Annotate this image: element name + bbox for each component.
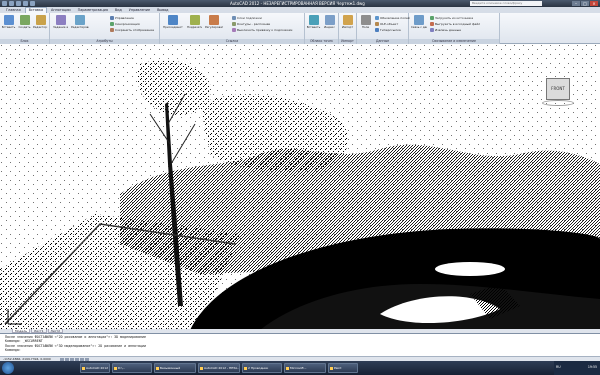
close-icon[interactable]: ×: [590, 1, 598, 6]
command-line[interactable]: После значения ФОСТАВИЛИ <"2D рисование …: [0, 333, 600, 356]
search-input[interactable]: Введите ключевое слово/фразу: [470, 1, 542, 6]
viewcube-label: FRONT: [551, 86, 565, 91]
adjust-icon: [209, 15, 219, 25]
language-indicator[interactable]: RU: [556, 365, 561, 369]
ole-object-button[interactable]: OLE-объект: [375, 21, 398, 26]
point-cloud-icon: [308, 15, 319, 25]
edit-attribute-icon: [75, 15, 85, 25]
snap-underlays-dropdown[interactable]: Выключить привязку к подложкам: [232, 27, 292, 32]
point-cloud-index-button[interactable]: Индекс: [322, 15, 337, 29]
download-from-source-button[interactable]: Загрузить из источника: [430, 15, 473, 20]
field-icon: [360, 15, 371, 25]
adjust-button[interactable]: Регулировать: [205, 15, 223, 29]
display-icon: [110, 27, 114, 32]
underlay-layers-button[interactable]: Слои подложки: [232, 15, 262, 20]
start-button[interactable]: [2, 362, 14, 374]
panel-data: Поле Обновление полей OLE-объект Гиперсс…: [357, 13, 410, 44]
attach-icon: [168, 15, 178, 25]
block-editor-button[interactable]: Редактор блоков: [33, 15, 48, 29]
panel-import: Импорт Импорт: [339, 13, 357, 44]
minimize-icon[interactable]: –: [572, 1, 580, 6]
command-prompt[interactable]: Команда:: [5, 348, 600, 352]
point-cloud-insert-button[interactable]: Вставить: [306, 15, 321, 29]
panel-linking-extraction: Связь с данными Загрузить из источника В…: [409, 13, 500, 44]
save-icon[interactable]: [23, 1, 28, 6]
system-tray: RU 19:55: [554, 361, 600, 375]
ribbon: Вставить Создать Редактор блоков Блок За…: [0, 13, 600, 44]
panel-point-cloud: Вставить Индекс Облако точек: [305, 13, 339, 44]
taskbar-item[interactable]: 2 Проводник: [242, 363, 282, 373]
index-icon: [324, 15, 335, 25]
taskbar-item[interactable]: D:\...: [112, 363, 152, 373]
manage-icon: [110, 15, 114, 20]
import-button[interactable]: Импорт: [340, 15, 355, 29]
taskbar-item[interactable]: Microsoft...: [284, 363, 326, 373]
update-fields-icon: [375, 15, 379, 20]
taskbar: AutoCAD 2012 D:\... Безымянный AutoCAD 2…: [0, 361, 600, 375]
create-block-button[interactable]: Создать: [17, 15, 32, 29]
snap-icon: [232, 27, 236, 32]
viewcube-face[interactable]: FRONT: [546, 78, 570, 100]
define-attribute-icon: [55, 15, 66, 25]
attach-button[interactable]: Присоединить: [163, 15, 183, 29]
data-link-button[interactable]: Связь с данными: [411, 15, 427, 29]
taskbar-item[interactable]: Paint: [328, 363, 358, 373]
upload-icon: [430, 21, 434, 26]
data-link-icon: [414, 15, 424, 25]
viewcube[interactable]: FRONT: [540, 74, 574, 108]
extract-icon: [430, 27, 434, 32]
frames-dropdown[interactable]: Контуры - распознав: [232, 21, 270, 26]
sync-attributes-button[interactable]: Синхронизация: [110, 21, 140, 26]
clip-icon: [189, 15, 200, 25]
layers-icon: [232, 15, 236, 20]
hyperlink-button[interactable]: Гиперссылка: [375, 27, 401, 32]
frames-icon: [232, 21, 236, 26]
sync-icon: [110, 21, 114, 26]
app-menu-icon[interactable]: [2, 1, 7, 6]
insert-block-button[interactable]: Вставить: [1, 15, 16, 29]
upload-to-source-button[interactable]: Выгрузить в исходный файл: [430, 21, 480, 26]
undo-icon[interactable]: [30, 1, 35, 6]
extract-data-button[interactable]: Извлечь данные: [430, 27, 461, 32]
update-fields-button[interactable]: Обновление полей: [375, 15, 410, 20]
drawing-viewport[interactable]: FRONT: [0, 44, 600, 330]
create-icon: [19, 15, 30, 25]
maximize-icon[interactable]: □: [581, 1, 589, 6]
planter-inner-light: [435, 262, 505, 276]
point-cloud-drawing: [0, 44, 600, 330]
import-icon: [342, 15, 353, 25]
taskbar-item[interactable]: Безымянный: [154, 363, 196, 373]
manage-attributes-button[interactable]: Управление: [110, 15, 134, 20]
open-file-icon[interactable]: [16, 1, 21, 6]
window-controls: – □ ×: [572, 1, 598, 6]
hyperlink-icon: [375, 27, 379, 32]
clip-button[interactable]: Подрезать: [187, 15, 202, 29]
block-editor-icon: [35, 15, 46, 25]
taskbar-item[interactable]: AutoCAD 2012 - НЕЗА...: [198, 363, 240, 373]
taskbar-item[interactable]: AutoCAD 2012: [80, 363, 110, 373]
define-attributes-button[interactable]: Задание атрибутов: [53, 15, 68, 29]
quick-access-toolbar[interactable]: [2, 1, 35, 6]
panel-attributes: Задание атрибутов Редактировать атрибут …: [50, 13, 160, 44]
field-button[interactable]: Поле: [358, 15, 373, 29]
download-icon: [430, 15, 434, 20]
panel-block: Вставить Создать Редактор блоков Блок: [0, 13, 50, 44]
window-title: AutoCAD 2012 - НЕЗАРЕГИСТРИРОВАННАЯ ВЕРС…: [230, 1, 365, 6]
title-bar: AutoCAD 2012 - НЕЗАРЕГИСТРИРОВАННАЯ ВЕРС…: [0, 0, 600, 7]
ole-icon: [375, 21, 379, 26]
insert-icon: [3, 15, 14, 25]
new-file-icon[interactable]: [9, 1, 14, 6]
edit-attribute-button[interactable]: Редактировать атрибут: [71, 15, 89, 29]
retain-display-dropdown[interactable]: Сохранить отображение: [110, 27, 154, 32]
panel-reference: Присоединить Подрезать Регулировать Слои…: [160, 13, 305, 44]
viewcube-ring[interactable]: [542, 100, 574, 106]
clock[interactable]: 19:55: [588, 365, 597, 369]
